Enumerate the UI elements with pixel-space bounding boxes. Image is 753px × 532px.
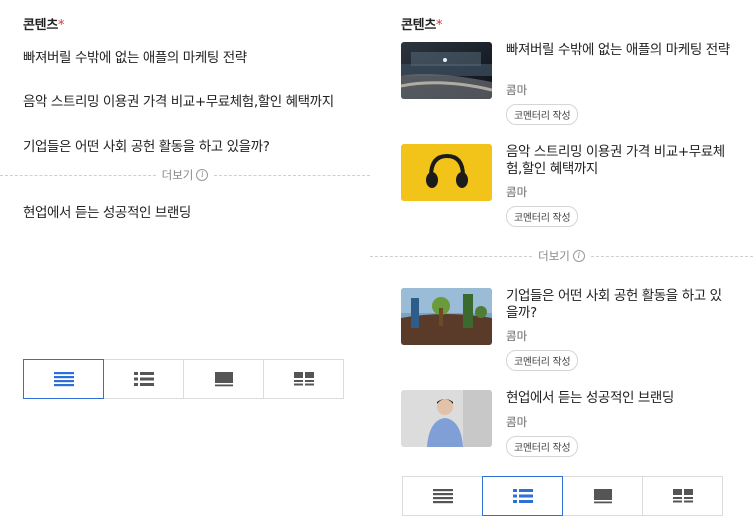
card-icon (593, 489, 612, 504)
card-title: 빠져버릴 수밖에 없는 애플의 마케팅 전략 (506, 42, 730, 58)
content-item[interactable]: 현업에서 듣는 성공적인 브랜딩 (23, 201, 353, 221)
content-item[interactable]: 음악 스트리밍 이용권 가격 비교+무료체험,할인 혜택까지 (23, 90, 353, 110)
card-author: 콤마 (506, 415, 528, 429)
more-button[interactable]: 더보기 i (156, 167, 215, 183)
list-thumb-icon (512, 489, 533, 503)
divider-line (370, 255, 533, 257)
section-title: 콘텐츠* (23, 14, 64, 33)
view-list-thumb-button[interactable] (482, 476, 563, 516)
more-divider: 더보기 i (370, 248, 753, 264)
divider-line (214, 174, 370, 176)
card-title: 음악 스트리밍 이용권 가격 비교+무료체험,할인 혜택까지 (506, 144, 725, 177)
apple-store-photo (401, 42, 492, 99)
content-thumbnail (401, 42, 492, 99)
grid-icon (672, 489, 693, 503)
required-mark: * (57, 18, 65, 33)
view-list-thumb-button[interactable] (103, 359, 184, 399)
list-compact-icon (53, 372, 74, 387)
divider-line (0, 174, 156, 176)
more-divider: 더보기 i (0, 167, 370, 183)
card-author: 콤마 (506, 185, 528, 199)
view-list-compact-button[interactable] (402, 476, 483, 516)
content-card[interactable]: 현업에서 듣는 성공적인 브랜딩 콤마 코멘터리 작성 (401, 390, 731, 480)
more-label: 더보기 (161, 168, 194, 182)
commentary-badge: 코멘터리 작성 (506, 206, 579, 227)
section-title-label: 콘텐츠 (23, 18, 58, 33)
section-title: 콘텐츠* (401, 14, 442, 33)
view-mode-switch (402, 476, 723, 516)
view-card-button[interactable] (562, 476, 643, 516)
content-card[interactable]: 빠져버릴 수밖에 없는 애플의 마케팅 전략 콤마 코멘터리 작성 (401, 42, 731, 132)
commentary-badge: 코멘터리 작성 (506, 350, 579, 371)
view-list-compact-button[interactable] (23, 359, 104, 399)
divider-line (590, 255, 753, 257)
grid-icon (293, 372, 314, 386)
content-item[interactable]: 기업들은 어떤 사회 공헌 활동을 하고 있을까? (23, 135, 353, 155)
view-mode-switch (23, 359, 344, 399)
view-grid-button[interactable] (642, 476, 723, 516)
card-author: 콤마 (506, 83, 528, 97)
content-item[interactable]: 빠져버릴 수밖에 없는 애플의 마케팅 전략 (23, 46, 353, 66)
card-icon (214, 372, 233, 387)
section-title-label: 콘텐츠 (401, 18, 436, 33)
list-compact-icon (432, 489, 453, 504)
content-card[interactable]: 음악 스트리밍 이용권 가격 비교+무료체험,할인 혜택까지 콤마 코멘터리 작… (401, 144, 731, 234)
more-button[interactable]: 더보기 i (532, 248, 591, 264)
info-icon: i (572, 250, 585, 262)
headphones-photo (401, 144, 492, 201)
card-title: 현업에서 듣는 성공적인 브랜딩 (506, 390, 674, 406)
content-thumbnail (401, 390, 492, 447)
list-thumb-icon (133, 372, 154, 386)
content-panel-text-list: 콘텐츠* 빠져버릴 수밖에 없는 애플의 마케팅 전략 음악 스트리밍 이용권 … (0, 0, 370, 532)
view-grid-button[interactable] (263, 359, 344, 399)
person-photo (401, 390, 492, 447)
content-thumbnail (401, 288, 492, 345)
content-thumbnail (401, 144, 492, 201)
content-card[interactable]: 기업들은 어떤 사회 공헌 활동을 하고 있을까? 콤마 코멘터리 작성 (401, 288, 731, 378)
required-mark: * (435, 18, 443, 33)
more-label: 더보기 (538, 249, 570, 263)
commentary-badge: 코멘터리 작성 (506, 104, 579, 125)
view-card-button[interactable] (183, 359, 264, 399)
tree-planting-photo (401, 288, 492, 345)
card-author: 콤마 (506, 329, 528, 343)
commentary-badge: 코멘터리 작성 (506, 436, 579, 457)
info-icon: i (196, 169, 209, 181)
card-title: 기업들은 어떤 사회 공헌 활동을 하고 있을까? (506, 288, 722, 321)
content-panel-thumb-list: 콘텐츠* 빠져버릴 수밖에 없는 애플의 마케팅 전략 콤마 코멘터리 작성 음… (370, 0, 753, 532)
